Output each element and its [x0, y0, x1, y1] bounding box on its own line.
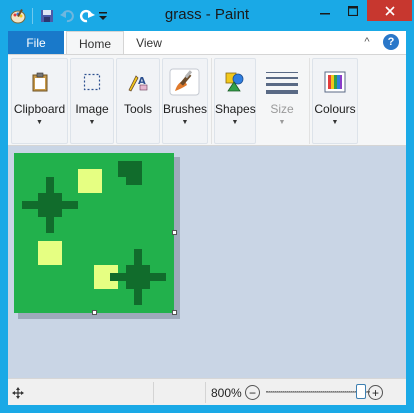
- chevron-down-icon: ▼: [181, 119, 189, 126]
- status-divider: [205, 382, 206, 403]
- ribbon-separator: [211, 58, 212, 144]
- maximize-icon: [347, 5, 358, 16]
- zoom-out-icon: −: [245, 385, 260, 400]
- minimize-button[interactable]: [311, 0, 338, 21]
- chevron-down-icon: ▼: [278, 119, 286, 126]
- brush-icon: [163, 65, 207, 99]
- zoom-in-button[interactable]: +: [368, 379, 383, 406]
- colours-label: Colours: [314, 102, 356, 116]
- chevron-down-icon: ▼: [88, 119, 96, 126]
- tools-group[interactable]: A Tools: [116, 58, 160, 144]
- zoom-slider-thumb[interactable]: [355, 384, 366, 399]
- ribbon: Clipboard ▼ Image ▼ A Tools Brushes ▼ Sh…: [8, 54, 406, 146]
- chevron-down-icon: ▼: [231, 119, 239, 126]
- canvas-pixel: [126, 177, 142, 185]
- image-label: Image: [75, 102, 109, 116]
- zoom-in-icon: +: [368, 385, 383, 400]
- canvas-pixel: [38, 241, 62, 265]
- clipboard-group[interactable]: Clipboard ▼: [11, 58, 68, 144]
- canvas-pixel: [118, 161, 142, 177]
- resize-handle-corner[interactable]: [172, 310, 177, 315]
- tab-file[interactable]: File: [8, 31, 64, 54]
- maximize-button[interactable]: [339, 0, 366, 21]
- size-icon: [259, 65, 305, 99]
- title-bar: grass - Paint: [0, 0, 414, 31]
- resize-handle-right[interactable]: [172, 230, 177, 235]
- ribbon-separator: [309, 58, 310, 144]
- tools-icon: A: [117, 65, 159, 99]
- tools-label: Tools: [123, 102, 152, 116]
- canvas-pixel: [38, 193, 62, 217]
- zoom-level-text: 800%: [211, 385, 242, 400]
- chevron-down-icon: ▼: [331, 119, 339, 126]
- size-group: Size ▼: [258, 58, 306, 144]
- canvas-pixel: [78, 169, 102, 193]
- chevron-down-icon: ▼: [36, 119, 43, 126]
- drawing-canvas[interactable]: [14, 153, 174, 313]
- paint-window: grass - Paint File Home View ^ ? Clipboa…: [0, 0, 414, 413]
- clipboard-icon: [12, 65, 67, 99]
- shapes-group[interactable]: Shapes ▼: [214, 58, 256, 144]
- colours-group[interactable]: Colours ▼: [312, 58, 358, 144]
- collapse-ribbon-icon[interactable]: ^: [360, 35, 374, 49]
- shapes-icon: [215, 65, 255, 99]
- select-icon: [71, 65, 113, 99]
- cursor-position: [12, 379, 24, 406]
- minimize-icon: [319, 12, 330, 14]
- resize-handle-bottom[interactable]: [92, 310, 97, 315]
- help-icon[interactable]: ?: [383, 34, 399, 50]
- ribbon-tabs: File Home View ^ ?: [8, 31, 406, 55]
- brushes-group[interactable]: Brushes ▼: [162, 58, 208, 144]
- shapes-label: Shapes: [215, 102, 256, 116]
- size-label: Size: [270, 102, 294, 116]
- zoom-out-button[interactable]: −: [245, 379, 260, 406]
- image-group[interactable]: Image ▼: [70, 58, 114, 144]
- tab-view[interactable]: View: [126, 31, 172, 54]
- status-bar: 800% − +: [8, 378, 406, 405]
- zoom-slider-track[interactable]: [266, 391, 370, 393]
- move-cursor-icon: [12, 386, 24, 399]
- status-divider: [153, 382, 154, 403]
- clipboard-label: Clipboard: [13, 102, 66, 116]
- close-icon: [384, 5, 395, 16]
- colours-icon: [313, 65, 357, 99]
- brushes-label: Brushes: [163, 102, 208, 116]
- zoom-level: 800%: [211, 379, 242, 406]
- tab-home[interactable]: Home: [66, 31, 124, 55]
- canvas-pixel: [126, 265, 150, 289]
- canvas-workspace[interactable]: [8, 146, 406, 378]
- close-button[interactable]: [367, 0, 412, 21]
